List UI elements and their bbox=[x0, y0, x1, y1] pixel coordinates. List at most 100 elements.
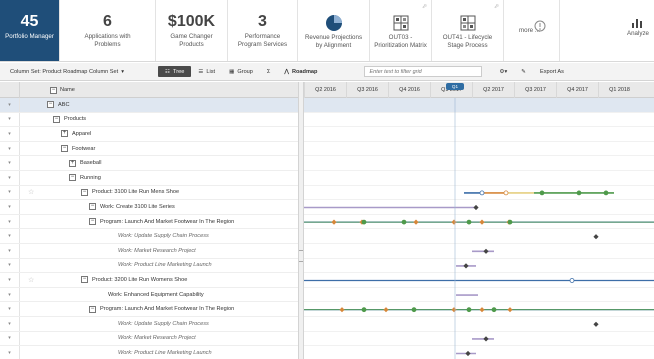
tree-row[interactable]: ▾ − Work: Create 3100 Lite Series bbox=[0, 200, 298, 215]
milestone-diamond[interactable] bbox=[463, 263, 469, 269]
tree-row[interactable]: ▾ + Apparel bbox=[0, 127, 298, 142]
row-menu-icon[interactable]: ▾ bbox=[0, 112, 20, 127]
row-menu-icon[interactable]: ▾ bbox=[0, 171, 20, 185]
row-menu-icon[interactable]: ▾ bbox=[0, 346, 20, 359]
star-icon[interactable]: ☆ bbox=[28, 276, 34, 284]
tree-row[interactable]: ▾ − Running bbox=[0, 171, 298, 186]
row-menu-icon[interactable]: ▾ bbox=[0, 200, 20, 214]
milestone-diamond[interactable] bbox=[331, 219, 337, 225]
tree-row[interactable]: ▾ ☆ − Product: 3200 Lite Run Womens Shoe bbox=[0, 273, 298, 288]
milestone-dot[interactable] bbox=[361, 219, 367, 225]
milestone-diamond[interactable] bbox=[479, 307, 485, 313]
filter-input[interactable] bbox=[364, 66, 483, 77]
tree-row[interactable]: ▾ − Products bbox=[0, 112, 298, 128]
tile-performance-program[interactable]: 3 Performance Program Services bbox=[228, 0, 298, 61]
row-menu-icon[interactable]: ▾ bbox=[0, 331, 20, 346]
milestone-dot[interactable] bbox=[466, 307, 472, 313]
row-menu-icon[interactable]: ▾ bbox=[0, 229, 20, 243]
collapse-icon[interactable]: − bbox=[69, 174, 76, 182]
tree-row[interactable]: ▾ Work: Market Research Project bbox=[0, 244, 298, 259]
row-menu-icon[interactable]: ▾ bbox=[0, 258, 20, 273]
milestone-diamond[interactable] bbox=[593, 321, 599, 327]
tree-row[interactable]: ▾ Work: Product Line Marketing Launch bbox=[0, 346, 298, 359]
milestone-diamond[interactable] bbox=[451, 307, 457, 313]
collapse-icon[interactable]: − bbox=[81, 276, 88, 284]
expand-icon[interactable]: + bbox=[69, 159, 76, 167]
group-view-button[interactable]: ▦ Group bbox=[222, 66, 260, 77]
row-menu-icon[interactable]: ▾ bbox=[0, 287, 20, 302]
milestone-dot[interactable] bbox=[411, 307, 417, 313]
splitter-grip-icon[interactable] bbox=[299, 250, 303, 262]
tile-prioritization-matrix[interactable]: ⬀ OUT03 - Prioritization Matrix bbox=[370, 0, 432, 61]
tile-revenue-projections[interactable]: Revenue Projections by Alignment bbox=[298, 0, 370, 61]
row-menu-icon[interactable]: ▾ bbox=[0, 273, 20, 287]
milestone-dot[interactable] bbox=[507, 219, 513, 225]
milestone-dot[interactable] bbox=[576, 190, 582, 196]
tile-more[interactable]: more ... bbox=[504, 0, 560, 61]
milestone-diamond[interactable] bbox=[479, 219, 485, 225]
row-menu-icon[interactable]: ▾ bbox=[0, 317, 20, 331]
tree-row[interactable]: ▾ Work: Update Supply Chain Process bbox=[0, 317, 298, 332]
milestone-diamond[interactable] bbox=[451, 219, 457, 225]
milestone-dot[interactable] bbox=[361, 307, 367, 313]
milestone-dot[interactable] bbox=[569, 278, 575, 283]
tree-row[interactable]: ▾ + Baseball bbox=[0, 156, 298, 171]
milestone-dot[interactable] bbox=[539, 190, 545, 196]
milestone-diamond[interactable] bbox=[465, 350, 471, 357]
list-view-button[interactable]: ☰ List bbox=[191, 66, 222, 77]
row-menu-icon[interactable]: ▾ bbox=[0, 185, 20, 200]
tree-row[interactable]: ▾ ☆ − Product: 3100 Lite Run Mens Shoe bbox=[0, 185, 298, 201]
name-column-header[interactable]: − Name bbox=[50, 82, 75, 98]
row-menu-icon[interactable]: ▾ bbox=[0, 244, 20, 258]
row-menu-icon[interactable]: ▾ bbox=[0, 156, 20, 170]
collapse-icon[interactable]: − bbox=[89, 203, 96, 211]
milestone-dot[interactable] bbox=[491, 307, 497, 313]
row-menu-icon[interactable]: ▾ bbox=[0, 302, 20, 316]
row-menu-icon[interactable]: ▾ bbox=[0, 141, 20, 156]
row-menu-icon[interactable]: ▾ bbox=[0, 98, 20, 112]
milestone-diamond[interactable] bbox=[507, 307, 513, 313]
collapse-icon[interactable]: − bbox=[81, 188, 88, 196]
export-button[interactable]: Export As bbox=[533, 66, 564, 77]
sum-button[interactable]: Σ bbox=[260, 66, 277, 77]
tree-view-button[interactable]: ☷ Tree bbox=[158, 66, 192, 77]
tree-row[interactable]: ▾ Work: Market Research Project bbox=[0, 331, 298, 347]
tile-lifecycle-stage[interactable]: ⬀ OUT41 - Lifecycle Stage Process bbox=[432, 0, 504, 61]
collapse-icon[interactable]: − bbox=[53, 115, 60, 123]
milestone-diamond[interactable] bbox=[483, 336, 489, 342]
tree-row[interactable]: ▾ Work: Update Supply Chain Process bbox=[0, 229, 298, 244]
milestone-dot[interactable] bbox=[479, 190, 485, 196]
milestone-diamond[interactable] bbox=[413, 219, 419, 225]
milestone-diamond[interactable] bbox=[593, 234, 599, 240]
collapse-all-icon[interactable]: − bbox=[50, 86, 57, 94]
expand-icon[interactable]: + bbox=[61, 130, 68, 138]
collapse-icon[interactable]: − bbox=[89, 218, 96, 226]
milestone-diamond[interactable] bbox=[339, 307, 345, 313]
milestone-dot[interactable] bbox=[466, 219, 472, 225]
tree-row[interactable]: ▾ Work: Enhanced Equipment Capability bbox=[0, 287, 298, 303]
milestone-dot[interactable] bbox=[401, 219, 407, 225]
milestone-dot[interactable] bbox=[603, 190, 609, 196]
row-menu-icon[interactable]: ▾ bbox=[0, 214, 20, 229]
collapse-icon[interactable]: − bbox=[47, 101, 54, 109]
settings-dropdown[interactable]: ⚙▾ bbox=[492, 66, 514, 77]
roadmap-button[interactable]: ⋀ Roadmap bbox=[277, 66, 324, 77]
row-menu-icon[interactable]: ▾ bbox=[0, 127, 20, 141]
star-icon[interactable]: ☆ bbox=[28, 188, 34, 196]
milestone-diamond[interactable] bbox=[383, 307, 389, 313]
tree-row[interactable]: ▾ − ABC bbox=[0, 98, 298, 113]
tile-applications-problems[interactable]: 6 Applications with Problems bbox=[60, 0, 156, 61]
milestone-diamond[interactable] bbox=[473, 204, 479, 211]
tree-row[interactable]: ▾ − Program: Launch And Market Footwear In… bbox=[0, 302, 298, 317]
tile-analyze[interactable]: Analyze bbox=[560, 0, 654, 61]
tree-row[interactable]: ▾ Work: Product Line Marketing Launch bbox=[0, 258, 298, 274]
collapse-icon[interactable]: − bbox=[89, 305, 96, 313]
column-set-select[interactable]: Column Set: Product Roadmap Column Set ▾ bbox=[10, 69, 124, 75]
collapse-icon[interactable]: − bbox=[61, 145, 68, 153]
expand-icon[interactable]: ⬀ bbox=[494, 3, 499, 10]
wrench-button[interactable]: ✎ bbox=[514, 66, 533, 77]
tree-row[interactable]: ▾ − Footwear bbox=[0, 141, 298, 157]
tile-game-changer-products[interactable]: $100K Game Changer Products bbox=[156, 0, 228, 61]
tree-row[interactable]: ▾ − Program: Launch And Market Footwear In… bbox=[0, 214, 298, 230]
tile-portfolio-manager[interactable]: 45 Portfolio Manager bbox=[0, 0, 60, 61]
